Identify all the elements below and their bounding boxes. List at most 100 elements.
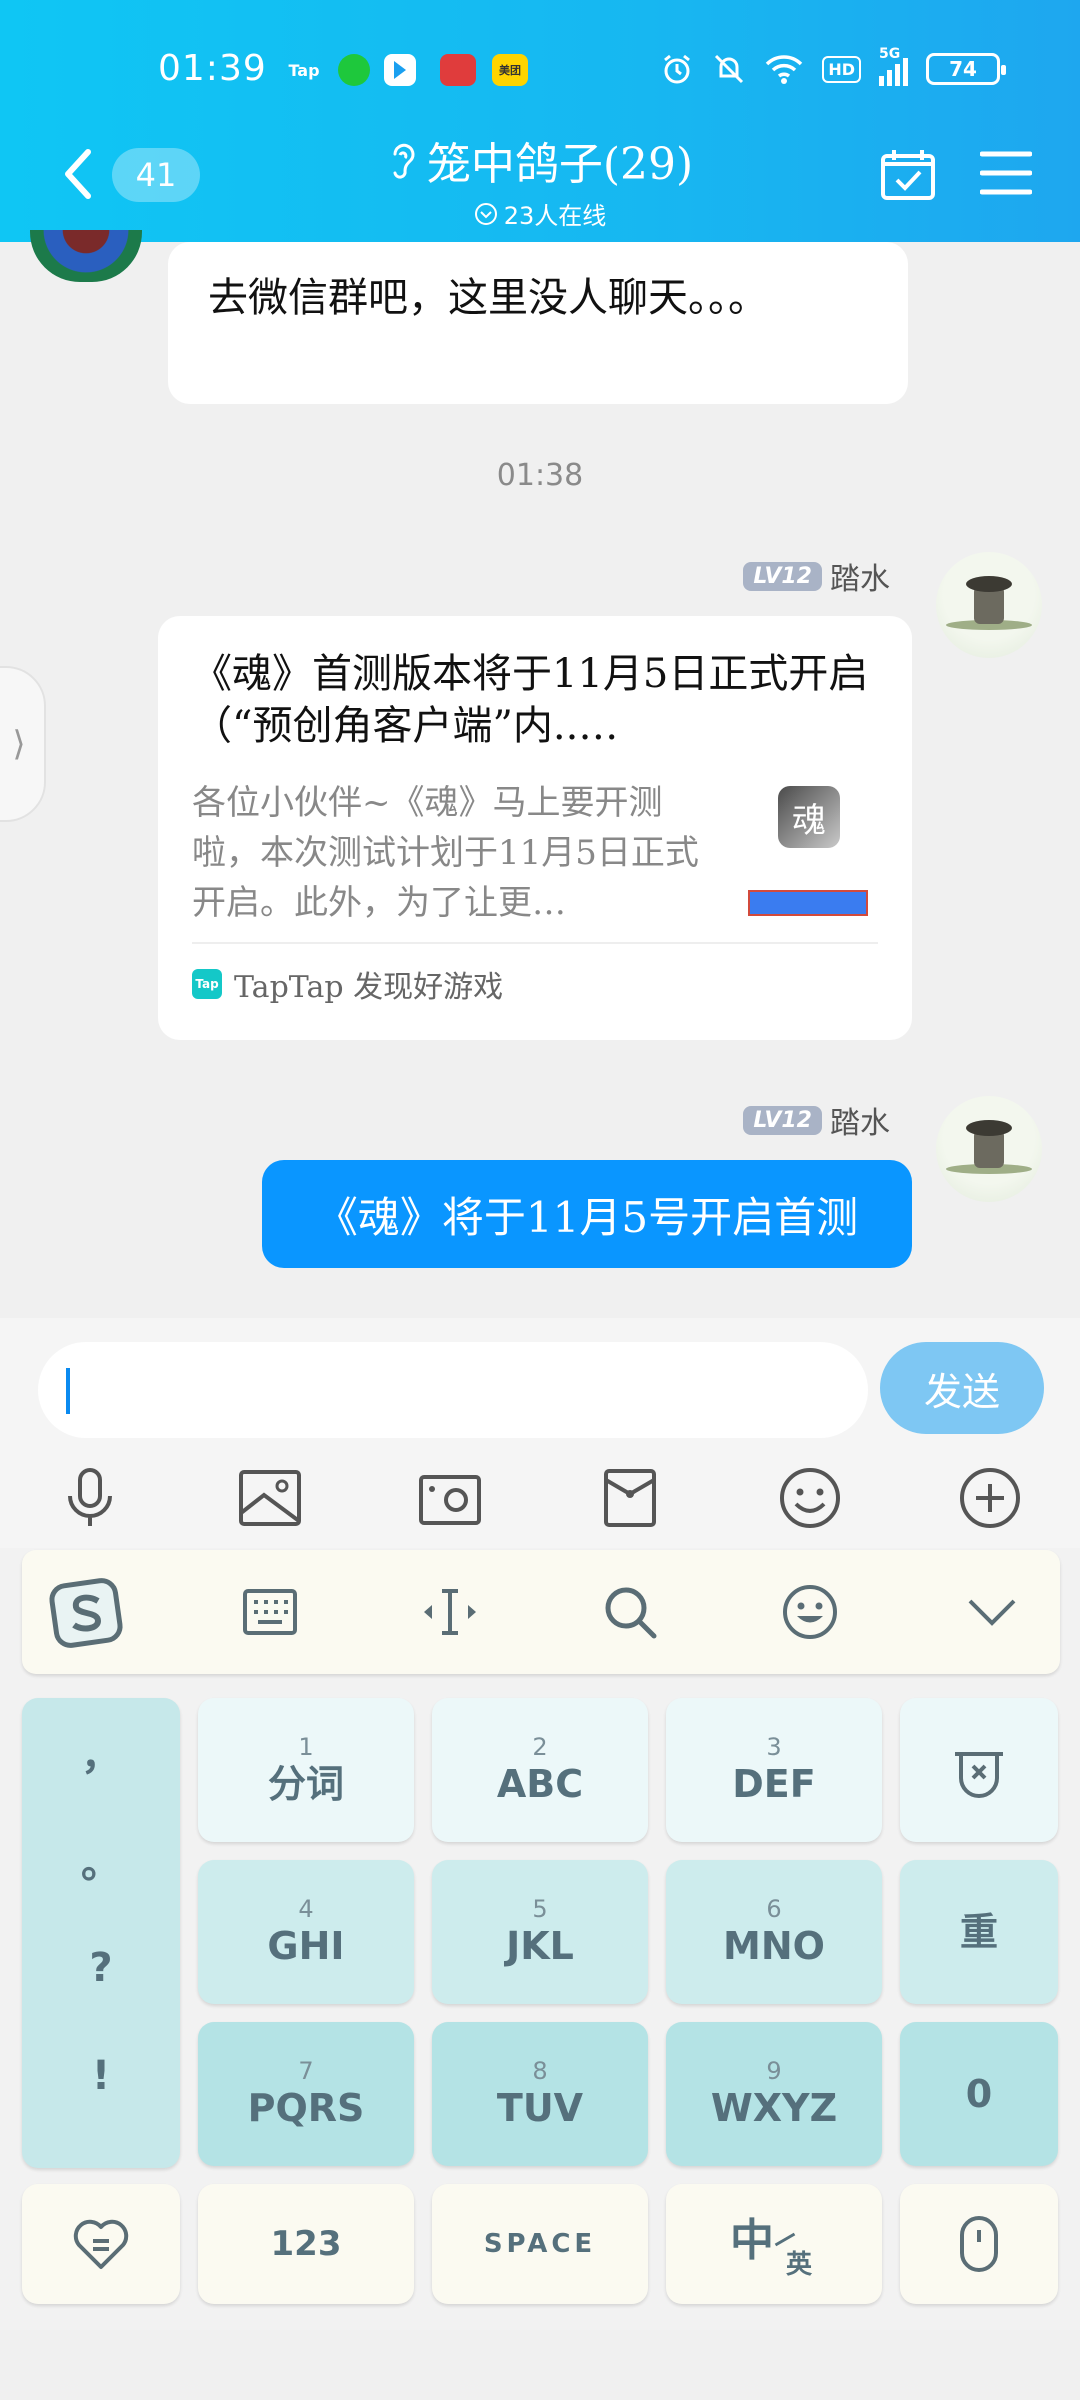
input-area: 发送 — [0, 1318, 1080, 1548]
key-number: 4 — [298, 1895, 314, 1923]
key-8[interactable]: 8 TUV — [432, 2022, 648, 2166]
camera-button[interactable] — [410, 1458, 490, 1538]
key-6[interactable]: 6 MNO — [666, 1860, 882, 2004]
unread-count-badge[interactable]: 41 — [112, 148, 200, 202]
chat-header: 01:39 Tap 美团 HD 5G 74 41 笼中鸽子(29) 23人在线 — [0, 0, 1080, 242]
sogou-logo-icon — [49, 1578, 123, 1648]
key-number: 6 — [766, 1895, 782, 1923]
punct-key-exclaim[interactable]: ! — [22, 2022, 180, 2130]
menu-button[interactable] — [979, 150, 1033, 200]
avatar[interactable] — [936, 1096, 1042, 1202]
status-right-group: HD 5G 74 — [660, 46, 1006, 86]
keyboard-icon — [243, 1589, 297, 1635]
number-mode-key[interactable]: 123 — [198, 2184, 414, 2304]
avatar[interactable] — [936, 552, 1042, 658]
nav-bar: 41 笼中鸽子(29) 23人在线 — [0, 120, 1080, 230]
favorite-phrases-key[interactable] — [22, 2184, 180, 2304]
key-5[interactable]: 5 JKL — [432, 1860, 648, 2004]
sogou-logo-button[interactable] — [48, 1572, 128, 1652]
key-9[interactable]: 9 WXYZ — [666, 2022, 882, 2166]
microphone-icon — [68, 1468, 112, 1526]
online-count: 23人在线 — [503, 202, 607, 230]
key-number: 8 — [532, 2057, 548, 2085]
key-number: 9 — [766, 2057, 782, 2085]
more-button[interactable] — [950, 1458, 1030, 1538]
camera-icon — [419, 1475, 481, 1525]
plus-circle-icon — [960, 1468, 1020, 1528]
microphone-icon — [960, 2216, 998, 2272]
message-input[interactable] — [38, 1342, 868, 1438]
shared-link-card[interactable]: 《魂》首测版本将于11月5日正式开启（“预创角客户端”内..… 各位小伙伴~《魂… — [158, 616, 912, 1040]
key-1[interactable]: 1 分词 — [198, 1698, 414, 1842]
punct-key-period[interactable]: 。 — [22, 1806, 180, 1914]
taptap-logo-icon: Tap — [192, 969, 222, 999]
key-label: DEF — [732, 1762, 816, 1806]
key-2[interactable]: 2 ABC — [432, 1698, 648, 1842]
key-4[interactable]: 4 GHI — [198, 1860, 414, 2004]
chat-title-area[interactable]: 笼中鸽子(29) 23人在线 — [350, 128, 730, 231]
punct-key-question[interactable]: ? — [22, 1914, 180, 2022]
voice-button[interactable] — [50, 1458, 130, 1538]
side-drawer-handle[interactable]: ⟩ — [0, 666, 46, 822]
shopping-status-icon — [440, 54, 476, 86]
red-packet-button[interactable] — [590, 1458, 670, 1538]
image-button[interactable] — [230, 1458, 310, 1538]
key-label: 重 — [959, 1910, 998, 1954]
hide-keyboard-button[interactable] — [952, 1572, 1032, 1652]
language-switch-key[interactable]: 中 英 — [666, 2184, 882, 2304]
chat-app-status-icon — [338, 54, 370, 86]
key-7[interactable]: 7 PQRS — [198, 2022, 414, 2166]
delete-key[interactable] — [900, 1698, 1058, 1842]
send-button[interactable]: 发送 — [880, 1342, 1044, 1434]
level-badge: LV12 — [743, 561, 822, 591]
ear-icon — [393, 143, 415, 179]
battery-indicator: 74 — [926, 53, 1006, 85]
key-label: 分词 — [267, 1762, 344, 1806]
cursor-move-button[interactable] — [410, 1572, 490, 1652]
punct-key-comma[interactable]: ， — [22, 1698, 180, 1806]
redo-key[interactable]: 重 — [900, 1860, 1058, 2004]
card-footer: Tap TapTap 发现好游戏 — [192, 942, 878, 1006]
keyboard-switch-button[interactable] — [230, 1572, 310, 1652]
browser-status-icon — [384, 54, 416, 86]
chevron-right-icon: ⟩ — [12, 724, 26, 764]
status-bar: 01:39 Tap 美团 HD 5G 74 — [0, 40, 1080, 102]
online-status: 23人在线 — [474, 196, 607, 231]
text-cursor — [66, 1368, 70, 1414]
sent-message-bubble[interactable]: 《魂》将于11月5号开启首测 — [262, 1160, 912, 1268]
heart-icon — [73, 2219, 129, 2269]
sender-avatar-partial[interactable] — [30, 230, 142, 282]
search-button[interactable] — [590, 1572, 670, 1652]
sender-info: LV12 踏水 — [743, 554, 890, 598]
menu-icon — [979, 151, 1033, 195]
key-3[interactable]: 3 DEF — [666, 1698, 882, 1842]
key-label: PQRS — [247, 2086, 365, 2130]
text-cursor-icon — [424, 1589, 476, 1635]
key-number: 3 — [766, 1733, 782, 1761]
red-packet-icon — [604, 1469, 656, 1527]
taptap-status-icon: Tap — [288, 60, 320, 80]
voice-input-key[interactable] — [900, 2184, 1058, 2304]
key-label: ABC — [496, 1762, 584, 1806]
card-thumbnail: 魂 — [738, 782, 878, 922]
calendar-button[interactable] — [880, 148, 936, 206]
card-description: 各位小伙伴~《魂》马上要开测啦，本次测试计划于11月5日正式开启。此外，为了让更… — [192, 783, 699, 923]
sender-info: LV12 踏水 — [743, 1098, 890, 1142]
key-number: 7 — [298, 2057, 314, 2085]
key-label: WXYZ — [710, 2086, 838, 2130]
keyboard-emoji-button[interactable] — [770, 1572, 850, 1652]
emoji-button[interactable] — [770, 1458, 850, 1538]
chevron-circle-icon — [474, 202, 497, 225]
back-button[interactable] — [60, 148, 94, 204]
keyboard-toolbar — [22, 1550, 1060, 1674]
group-title: 笼中鸽子(29) — [387, 128, 693, 192]
smiley-icon — [783, 1585, 837, 1639]
lang-sub: 英 — [786, 2250, 813, 2280]
soft-keyboard: ， 。 ? ! 1 分词 2 ABC 3 DEF 4 GHI 5 JKL 6 M… — [0, 1548, 1080, 2400]
message-bubble[interactable]: 去微信群吧，这里没人聊天。。。 — [168, 242, 908, 404]
space-key[interactable]: SPACE — [432, 2184, 648, 2304]
card-body: 各位小伙伴~《魂》马上要开测啦，本次测试计划于11月5日正式开启。此外，为了让更… — [192, 778, 878, 928]
alarm-icon — [664, 54, 691, 84]
chevron-left-icon — [65, 149, 91, 199]
key-0[interactable]: 0 — [900, 2022, 1058, 2166]
